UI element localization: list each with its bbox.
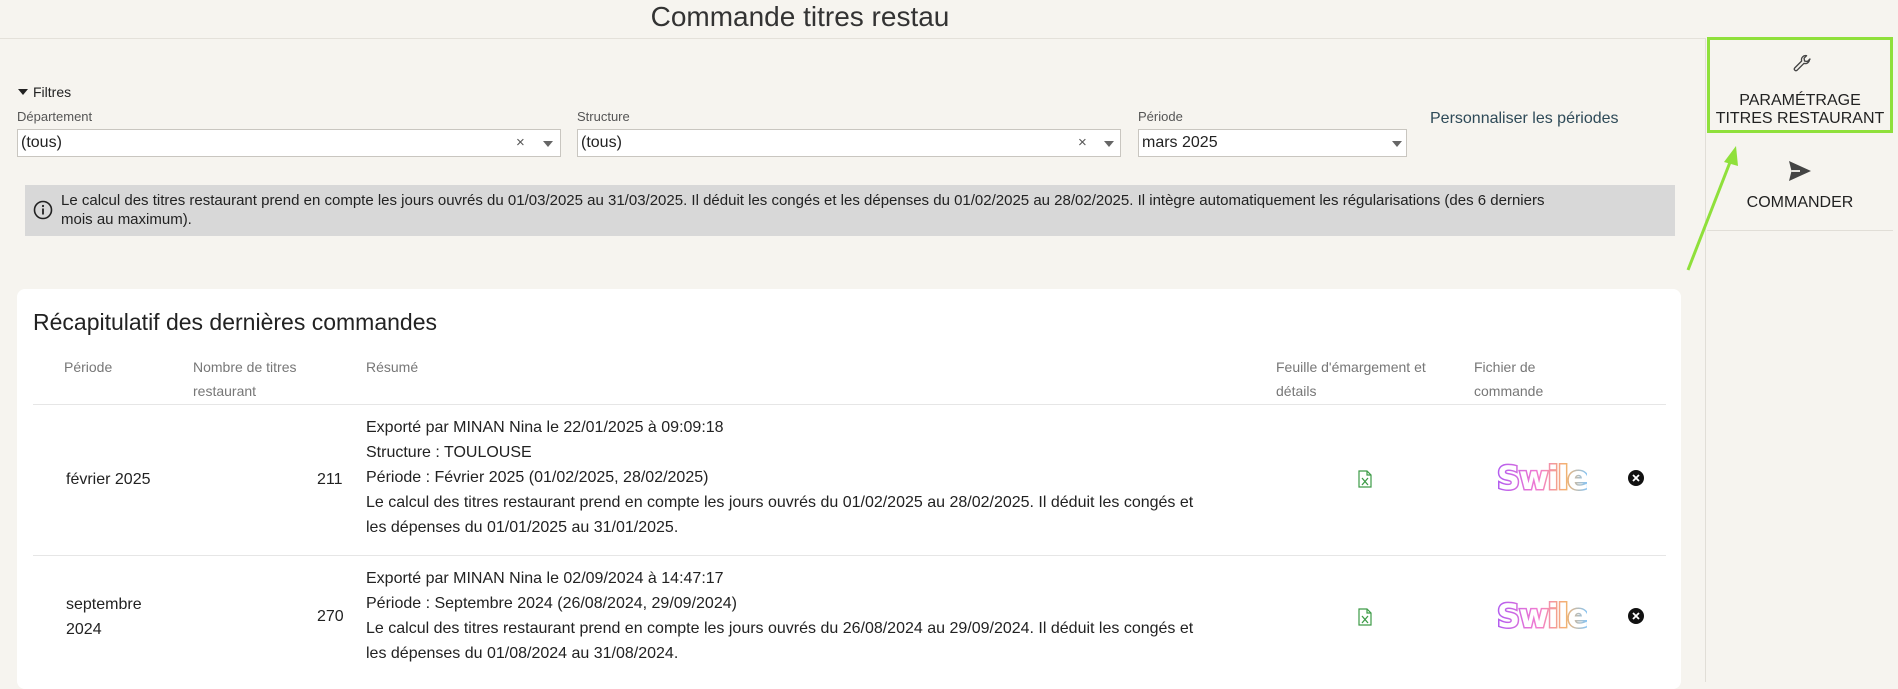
col-header-nombre-line2: restaurant	[193, 383, 257, 399]
periode-value: mars 2025	[1142, 134, 1218, 151]
clear-icon[interactable]: ×	[1078, 130, 1087, 156]
row-resume-line: Structure : TOULOUSE	[366, 444, 532, 461]
send-icon	[1789, 161, 1811, 181]
title-bar: Commande titres restau	[0, 0, 1705, 39]
row-periode: février 2025	[66, 471, 151, 488]
summary-card: Récapitulatif des dernières commandes Pé…	[17, 289, 1681, 689]
row-resume-line: Exporté par MINAN Nina le 02/09/2024 à 1…	[366, 570, 724, 587]
table-divider	[33, 555, 1666, 556]
swile-logo-icon: Swile	[1496, 458, 1592, 499]
info-banner: Le calcul des titres restaurant prend en…	[25, 185, 1675, 236]
delete-order-button[interactable]	[1627, 469, 1645, 487]
col-header-nombre: Nombre de titres restaurant	[193, 355, 296, 403]
row-resume: Exporté par MINAN Nina le 22/01/2025 à 0…	[366, 415, 1193, 540]
structure-value: (tous)	[581, 134, 622, 151]
chevron-down-icon[interactable]	[1104, 141, 1114, 147]
filters-toggle[interactable]: Filtres	[18, 84, 71, 100]
periode-label: Période	[1138, 109, 1183, 124]
col-header-feuille-line2: détails	[1276, 383, 1317, 399]
parametrage-label: PARAMÉTRAGE TITRES RESTAURANT	[1710, 92, 1890, 128]
row-periode: septembre 2024	[66, 592, 142, 642]
col-header-fichier-line2: commande	[1474, 383, 1544, 399]
excel-file-icon[interactable]	[1358, 608, 1372, 626]
swile-logo[interactable]: Swile	[1495, 458, 1592, 505]
col-header-resume: Résumé	[366, 359, 419, 375]
swile-logo-icon: Swile	[1496, 596, 1592, 637]
structure-select[interactable]: (tous) ×	[577, 129, 1121, 157]
personnaliser-periodes-link[interactable]: Personnaliser les périodes	[1430, 110, 1619, 128]
structure-label: Structure	[577, 109, 630, 124]
row-resume: Exporté par MINAN Nina le 02/09/2024 à 1…	[366, 566, 1193, 666]
wrench-icon	[1793, 54, 1811, 72]
col-header-nombre-line1: Nombre de titres	[193, 359, 297, 375]
col-header-periode: Période	[64, 359, 113, 375]
col-header-feuille: Feuille d'émargement et détails	[1276, 355, 1426, 403]
table-divider	[33, 404, 1666, 405]
info-text-line1: Le calcul des titres restaurant prend en…	[61, 192, 1545, 209]
annotation-arrow-icon	[1686, 146, 1738, 271]
row-periode-line: 2024	[66, 621, 102, 638]
delete-order-button[interactable]	[1627, 607, 1645, 625]
info-icon	[33, 200, 53, 220]
row-resume-line: Exporté par MINAN Nina le 22/01/2025 à 0…	[366, 419, 724, 436]
row-resume-line: Le calcul des titres restaurant prend en…	[366, 620, 1194, 637]
parametrage-label-line2: TITRES RESTAURANT	[1715, 110, 1885, 127]
departement-value: (tous)	[21, 134, 62, 151]
page-title: Commande titres restau	[650, 1, 950, 32]
row-resume-line: Période : Février 2025 (01/02/2025, 28/0…	[366, 469, 709, 486]
col-header-fichier-line1: Fichier de	[1474, 359, 1536, 375]
periode-select[interactable]: mars 2025	[1138, 129, 1407, 157]
caret-down-icon	[18, 89, 28, 95]
departement-select[interactable]: (tous) ×	[17, 129, 561, 157]
swile-logo-text: Swile	[1497, 597, 1587, 635]
row-resume-line: Période : Septembre 2024 (26/08/2024, 29…	[366, 595, 737, 612]
parametrage-label-line1: PARAMÉTRAGE	[1739, 92, 1861, 109]
right-action-panel	[1705, 38, 1898, 682]
row-resume-line: les dépenses du 01/01/2025 au 31/01/2025…	[366, 519, 679, 536]
row-resume-line: les dépenses du 01/08/2024 au 31/08/2024…	[366, 645, 679, 662]
excel-file-icon[interactable]	[1358, 470, 1372, 488]
chevron-down-icon[interactable]	[543, 141, 553, 147]
row-periode-line: septembre	[66, 596, 142, 613]
row-nombre: 270	[317, 608, 344, 625]
departement-label: Département	[17, 109, 93, 124]
chevron-down-icon[interactable]	[1392, 141, 1402, 147]
info-text-line2: mois au maximum).	[61, 211, 192, 228]
parametrage-titres-restaurant-button[interactable]: PARAMÉTRAGE TITRES RESTAURANT	[1707, 37, 1893, 133]
swile-logo[interactable]: Swile	[1495, 596, 1592, 643]
clear-icon[interactable]: ×	[516, 130, 525, 156]
summary-title: Récapitulatif des dernières commandes	[33, 309, 437, 335]
row-nombre: 211	[317, 471, 343, 488]
swile-logo-text: Swile	[1497, 459, 1587, 497]
filters-toggle-label: Filtres	[33, 84, 72, 100]
col-header-feuille-line1: Feuille d'émargement et	[1276, 359, 1426, 375]
col-header-fichier: Fichier de commande	[1474, 355, 1543, 403]
row-resume-line: Le calcul des titres restaurant prend en…	[366, 494, 1194, 511]
